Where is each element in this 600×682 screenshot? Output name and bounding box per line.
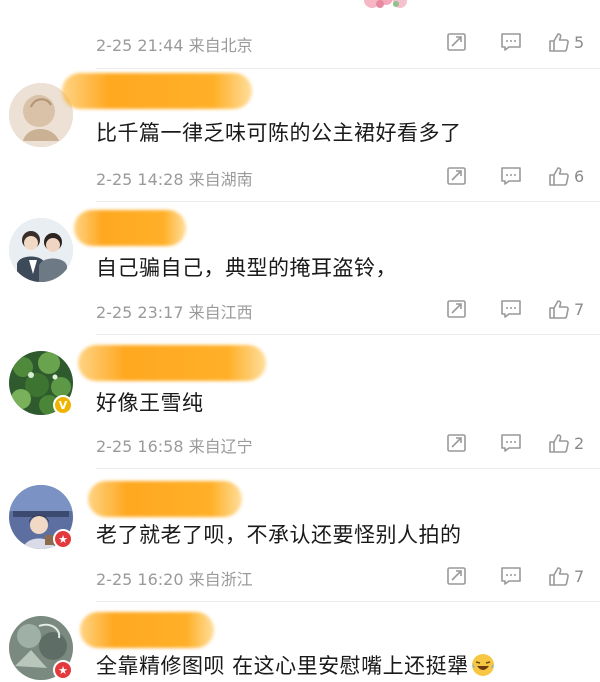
avatar[interactable] [9,218,73,282]
divider [96,68,600,69]
repost-icon [447,567,466,585]
divider [96,334,600,335]
comment-time: 2-25 14:28 [96,170,184,189]
comment-button[interactable] [500,164,522,188]
like-button[interactable]: 7 [548,564,584,588]
repost-icon [447,434,466,452]
comment-location: 来自浙江 [188,570,253,589]
repost-button[interactable] [446,431,468,455]
thumbs-up-icon [549,33,569,52]
comment-actions: 5 [446,30,600,54]
comment-location: 来自辽宁 [188,437,253,456]
comment-icon [501,300,521,318]
like-button[interactable]: 2 [548,431,584,455]
comment-location: 来自江西 [188,303,253,322]
nickname-redacted [88,481,242,517]
comment-meta: 2-25 14:28 来自湖南 [96,166,253,190]
thumbs-up-icon [549,167,569,186]
divider [96,468,600,469]
repost-icon [447,33,466,51]
comment-text: 比千篇一律乏味可陈的公主裙好看多了 [96,121,462,145]
thumbs-up-icon [549,434,569,453]
repost-button[interactable] [446,564,468,588]
comment-actions: 7 [446,297,600,321]
like-button[interactable]: 6 [548,164,584,188]
thumbs-up-icon [549,300,569,319]
comment-icon [501,567,521,585]
verified-badge-icon: V [53,395,73,415]
comment-icon [501,434,521,452]
repost-button[interactable] [446,297,468,321]
comment-icon [501,33,521,51]
comment-meta: 2-25 16:20 来自浙江 [96,566,253,590]
comment-meta: 2-25 16:58 来自辽宁 [96,433,253,457]
divider [96,601,600,602]
comment-time: 2-25 23:17 [96,303,184,322]
comment-actions: 7 [446,564,600,588]
verified-badge-icon: ★ [53,660,73,680]
comment-button[interactable] [500,431,522,455]
comment-actions: 6 [446,164,600,188]
nickname-redacted [74,210,186,246]
comment-location: 来自湖南 [188,170,253,189]
comment-text: 全靠精修图呗 在这心里安慰嘴上还挺犟 [96,650,495,680]
like-count: 7 [574,299,585,319]
repost-icon [447,167,466,185]
nickname-redacted [80,612,214,648]
comment-button[interactable] [500,30,522,54]
comment-location: 来自北京 [188,36,253,55]
comment-text: 好像王雪纯 [96,391,204,415]
comment-time: 2-25 16:58 [96,437,184,456]
like-button[interactable]: 7 [548,297,584,321]
verified-badge-icon: ★ [53,529,73,549]
comment-button[interactable] [500,564,522,588]
repost-button[interactable] [446,30,468,54]
flower-sticker-icon [358,0,414,14]
like-button[interactable]: 5 [548,30,584,54]
comment-meta: 2-25 23:17 来自江西 [96,299,253,323]
comment-text: 自己骗自己，典型的掩耳盗铃， [96,256,397,280]
nickname-redacted [78,345,266,381]
comment-meta: 2-25 21:44 来自北京 [96,32,253,56]
comment-actions: 2 [446,431,600,455]
comment-icon [501,167,521,185]
comment-time: 2-25 21:44 [96,36,184,55]
divider [96,201,600,202]
nickname-redacted [62,73,252,109]
like-count: 6 [574,166,585,186]
like-count: 7 [574,566,585,586]
comment-text: 老了就老了呗，不承认还要怪别人拍的 [96,523,462,547]
like-count: 5 [574,32,585,52]
comment-button[interactable] [500,297,522,321]
laughing-crying-emoji-icon [471,653,495,677]
comment-time: 2-25 16:20 [96,570,184,589]
repost-button[interactable] [446,164,468,188]
like-count: 2 [574,433,585,453]
repost-icon [447,300,466,318]
thumbs-up-icon [549,567,569,586]
